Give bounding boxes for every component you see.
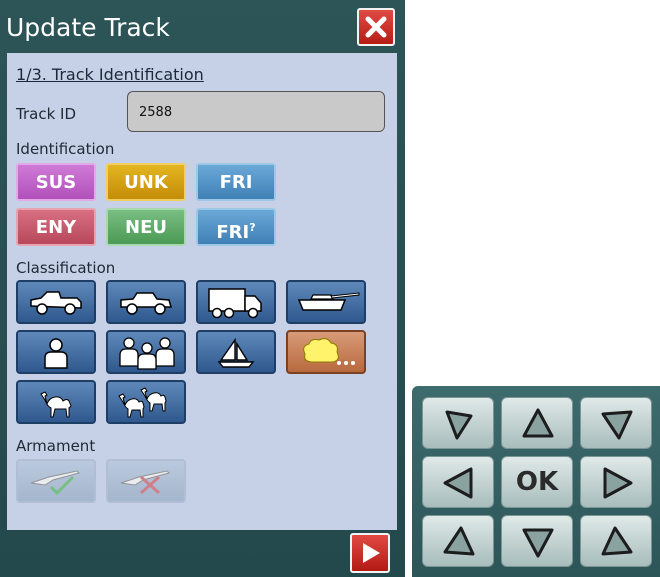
armed-button[interactable] bbox=[16, 459, 96, 503]
dialog-title: Update Track bbox=[6, 13, 170, 42]
tank-icon bbox=[297, 292, 360, 311]
unarmed-rifle-icon bbox=[120, 470, 170, 495]
camels-icon bbox=[118, 387, 167, 418]
triangle-right-icon bbox=[603, 467, 633, 499]
neu-button[interactable]: NEU bbox=[106, 208, 186, 246]
jeep-icon bbox=[30, 291, 82, 315]
group-icon bbox=[119, 337, 175, 370]
class-jeep-button[interactable] bbox=[16, 280, 96, 324]
class-camels-button[interactable] bbox=[106, 380, 186, 424]
identification-label: Identification bbox=[16, 140, 115, 158]
person-icon bbox=[44, 338, 68, 369]
fri-assumed-button[interactable]: FRI? bbox=[196, 208, 276, 246]
fri-button[interactable]: FRI bbox=[196, 163, 276, 201]
other-icon bbox=[303, 338, 355, 365]
unk-button[interactable]: UNK bbox=[106, 163, 186, 201]
armed-rifle-icon bbox=[30, 470, 80, 496]
assumed-mark: ? bbox=[249, 221, 256, 234]
close-button[interactable] bbox=[357, 8, 395, 46]
triangle-down-icon bbox=[601, 410, 633, 440]
camel-icon bbox=[40, 391, 72, 418]
sailboat-icon bbox=[217, 337, 255, 368]
next-button[interactable] bbox=[350, 533, 390, 573]
pad-up-left-button[interactable] bbox=[422, 397, 494, 449]
class-camel-button[interactable] bbox=[16, 380, 96, 424]
track-id-field[interactable]: 2588 bbox=[127, 91, 385, 132]
pad-right-button[interactable] bbox=[580, 456, 652, 508]
class-other-button[interactable] bbox=[286, 330, 366, 374]
pad-left-button[interactable] bbox=[422, 456, 494, 508]
pad-down-button[interactable] bbox=[501, 515, 573, 567]
armament-label: Armament bbox=[16, 437, 96, 455]
unarmed-button[interactable] bbox=[106, 459, 186, 503]
triangle-up-icon bbox=[443, 526, 475, 556]
triangle-up-icon bbox=[601, 526, 633, 556]
class-tank-button[interactable] bbox=[286, 280, 366, 324]
truck-icon bbox=[208, 288, 262, 319]
triangle-down-icon bbox=[522, 528, 554, 558]
triangle-up-icon bbox=[522, 408, 554, 438]
play-arrow-icon bbox=[363, 543, 380, 563]
fri-assumed-label: FRI bbox=[216, 222, 250, 243]
class-truck-button[interactable] bbox=[196, 280, 276, 324]
sus-button[interactable]: SUS bbox=[16, 163, 96, 201]
eny-button[interactable]: ENY bbox=[16, 208, 96, 246]
class-car-button[interactable] bbox=[106, 280, 186, 324]
pad-down-left-button[interactable] bbox=[422, 515, 494, 567]
triangle-left-icon bbox=[443, 467, 473, 499]
car-icon bbox=[120, 292, 172, 315]
class-person-button[interactable] bbox=[16, 330, 96, 374]
section-title: 1/3. Track Identification bbox=[16, 65, 204, 84]
content-panel: 1/3. Track Identification Track ID 2588 … bbox=[7, 53, 397, 530]
pad-ok-button[interactable]: OK bbox=[501, 456, 573, 508]
class-boat-button[interactable] bbox=[196, 330, 276, 374]
direction-pad: OK bbox=[412, 386, 660, 577]
pad-up-right-button[interactable] bbox=[580, 397, 652, 449]
close-icon bbox=[365, 16, 387, 38]
track-id-label: Track ID bbox=[16, 105, 76, 123]
pad-down-right-button[interactable] bbox=[580, 515, 652, 567]
triangle-down-icon bbox=[445, 410, 473, 440]
classification-label: Classification bbox=[16, 259, 116, 277]
pad-up-button[interactable] bbox=[501, 397, 573, 449]
class-group-button[interactable] bbox=[106, 330, 186, 374]
update-track-dialog: Update Track 1/3. Track Identification T… bbox=[0, 0, 405, 577]
